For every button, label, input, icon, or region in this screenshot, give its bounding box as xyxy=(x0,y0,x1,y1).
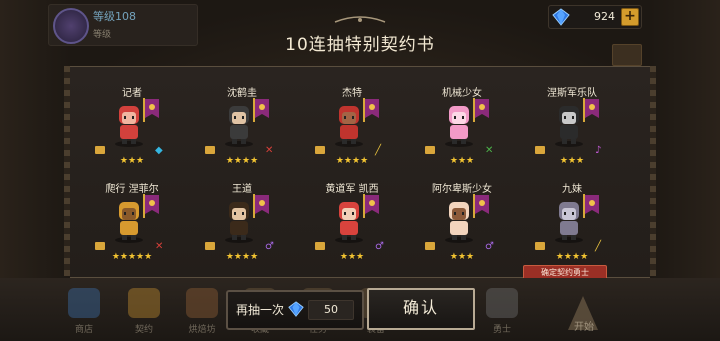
scroll-icon xyxy=(425,146,435,154)
star-rating: ★★★ xyxy=(449,156,475,166)
purple-staff-icon: ♂ xyxy=(375,241,384,252)
hero-card[interactable]: 爬行 涅菲尔 ✕ ★★★★★ xyxy=(95,180,167,280)
panel-edge-right xyxy=(650,66,656,276)
star-rating: ★★★★ xyxy=(225,156,259,166)
scroll-icon xyxy=(315,146,325,154)
hero-name: 九妹 xyxy=(562,184,582,195)
hero-name: 记者 xyxy=(122,88,142,99)
star-rating: ★★★ xyxy=(559,156,585,166)
hero-name: 黄道军 凯西 xyxy=(325,184,379,195)
blue-gem-weapon-icon: ◆ xyxy=(155,145,163,156)
nav-label: 勇士 xyxy=(492,325,511,335)
rarity-banner-icon xyxy=(143,98,159,122)
nav-item-heroes[interactable]: 勇士 xyxy=(480,286,524,338)
star-rating: ★★★★★ xyxy=(111,252,153,262)
hero-name: 机械少女 xyxy=(442,88,482,99)
hero-name: 阿尔卑斯少女 xyxy=(432,184,492,195)
bakery-icon xyxy=(186,288,218,318)
nav-label: 商店 xyxy=(74,325,93,335)
page-title: 10连抽特别契约书 xyxy=(285,35,435,55)
scroll-icon xyxy=(535,146,545,154)
nav-label: 契约 xyxy=(134,325,153,335)
hero-card[interactable]: 沈鹤圭 ✕ ★★★★ xyxy=(205,84,277,184)
hero-card[interactable]: 王道 ♂ ★★★★ xyxy=(205,180,277,280)
crossed-swords-icon: ✕ xyxy=(155,241,164,252)
add-gems-button[interactable]: + xyxy=(621,8,639,26)
rarity-banner-icon xyxy=(583,194,599,218)
rarity-banner-icon xyxy=(363,194,379,218)
hero-card[interactable]: 黄道军 凯西 ♂ ★★★ xyxy=(315,180,387,280)
star-rating: ★★★ xyxy=(449,252,475,262)
hero-name: 涅斯军乐队 xyxy=(547,88,597,99)
draw-cost: 50 xyxy=(308,300,354,320)
title-ornament-icon xyxy=(334,16,386,23)
rarity-banner-icon xyxy=(253,194,269,218)
rarity-banner-icon xyxy=(583,98,599,122)
nav-item-shop[interactable]: 商店 xyxy=(62,286,106,338)
rarity-banner-icon xyxy=(363,98,379,122)
purple-staff-icon: ♂ xyxy=(265,241,274,252)
scroll-icon xyxy=(535,242,545,250)
scroll-icon xyxy=(205,146,215,154)
gold-sword-icon: ╱ xyxy=(595,241,602,252)
nav-label: 烘焙坊 xyxy=(188,325,216,335)
star-rating: ★★★★ xyxy=(335,156,369,166)
rarity-banner-icon xyxy=(253,98,269,122)
gem-count: 924 xyxy=(594,10,615,23)
green-weapon-icon: ✕ xyxy=(485,145,494,156)
gem-icon xyxy=(552,8,570,26)
hero-card[interactable]: 杰特 ╱ ★★★★ xyxy=(315,84,387,184)
rarity-banner-icon xyxy=(473,98,489,122)
scroll-icon xyxy=(205,242,215,250)
hero-name: 王道 xyxy=(232,184,252,195)
player-level: 等级108 xyxy=(93,10,136,23)
nav-item-contract[interactable]: 契约 xyxy=(122,286,166,338)
scroll-icon xyxy=(315,242,325,250)
hero-card[interactable]: 记者 ◆ ★★★ xyxy=(95,84,167,184)
star-rating: ★★★ xyxy=(119,156,145,166)
hero-card[interactable]: 机械少女 ✕ ★★★ xyxy=(425,84,497,184)
draw-again-button[interactable]: 再抽一次 50 xyxy=(226,290,364,330)
rarity-banner-icon xyxy=(143,194,159,218)
star-rating: ★★★ xyxy=(339,252,365,262)
confirm-button[interactable]: 确认 xyxy=(367,288,475,330)
start-button-label[interactable]: 开始 xyxy=(574,318,594,333)
scroll-icon xyxy=(425,242,435,250)
contract-icon xyxy=(128,288,160,318)
crossed-swords-icon: ✕ xyxy=(265,145,274,156)
nav-item-bakery[interactable]: 烘焙坊 xyxy=(180,286,224,338)
star-rating: ★★★★ xyxy=(555,252,589,262)
gem-icon xyxy=(288,301,304,317)
purple-flask-icon: ♪ xyxy=(595,145,602,156)
hero-name: 杰特 xyxy=(342,88,362,99)
scroll-icon xyxy=(95,146,105,154)
star-rating: ★★★★ xyxy=(225,252,259,262)
hero-name: 沈鹤圭 xyxy=(227,88,257,99)
shop-icon xyxy=(68,288,100,318)
gem-currency: 924 + xyxy=(548,5,642,29)
gold-sword-icon: ╱ xyxy=(375,145,382,156)
draw-again-label: 再抽一次 xyxy=(236,303,285,317)
rarity-banner-icon xyxy=(473,194,489,218)
heroes-icon xyxy=(486,288,518,318)
hero-card[interactable]: 涅斯军乐队 ♪ ★★★ xyxy=(535,84,607,184)
hero-name: 爬行 涅菲尔 xyxy=(105,184,159,195)
purple-staff-icon: ♂ xyxy=(485,241,494,252)
scroll-icon xyxy=(95,242,105,250)
hero-card[interactable]: 阿尔卑斯少女 ♂ ★★★ xyxy=(425,180,497,280)
